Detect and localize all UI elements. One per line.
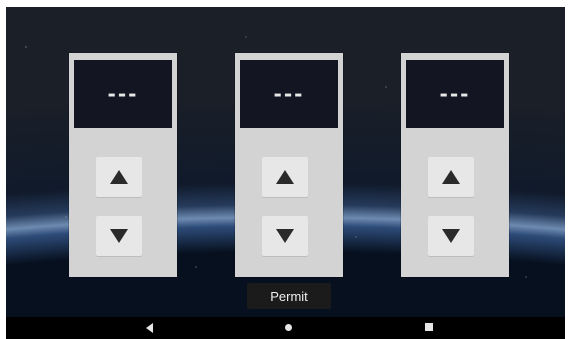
decrement-button-3[interactable] — [428, 216, 474, 256]
counter-display-1: --- — [74, 60, 172, 128]
app-screen: --- --- --- Permit — [6, 7, 565, 317]
counter-value-2: --- — [273, 82, 305, 106]
counter-panel-1: --- — [69, 53, 177, 277]
permit-button[interactable]: Permit — [247, 283, 331, 309]
down-triangle-icon — [110, 229, 128, 243]
up-triangle-icon — [110, 170, 128, 184]
down-triangle-icon — [276, 229, 294, 243]
up-triangle-icon — [276, 170, 294, 184]
increment-button-1[interactable] — [96, 157, 142, 197]
back-triangle-icon[interactable] — [146, 323, 153, 333]
counter-value-3: --- — [439, 82, 471, 106]
counter-display-3: --- — [406, 60, 504, 128]
up-triangle-icon — [442, 170, 460, 184]
increment-button-2[interactable] — [262, 157, 308, 197]
counter-panel-3: --- — [401, 53, 509, 277]
decrement-button-1[interactable] — [96, 216, 142, 256]
android-navigation-bar — [6, 317, 565, 339]
recents-square-icon[interactable] — [425, 323, 433, 331]
decrement-button-2[interactable] — [262, 216, 308, 256]
device-frame: --- --- --- Permit — [0, 0, 570, 339]
counter-value-1: --- — [107, 82, 139, 106]
home-circle-icon[interactable] — [285, 324, 292, 331]
increment-button-3[interactable] — [428, 157, 474, 197]
counter-display-2: --- — [240, 60, 338, 128]
counter-panel-2: --- — [235, 53, 343, 277]
down-triangle-icon — [442, 229, 460, 243]
